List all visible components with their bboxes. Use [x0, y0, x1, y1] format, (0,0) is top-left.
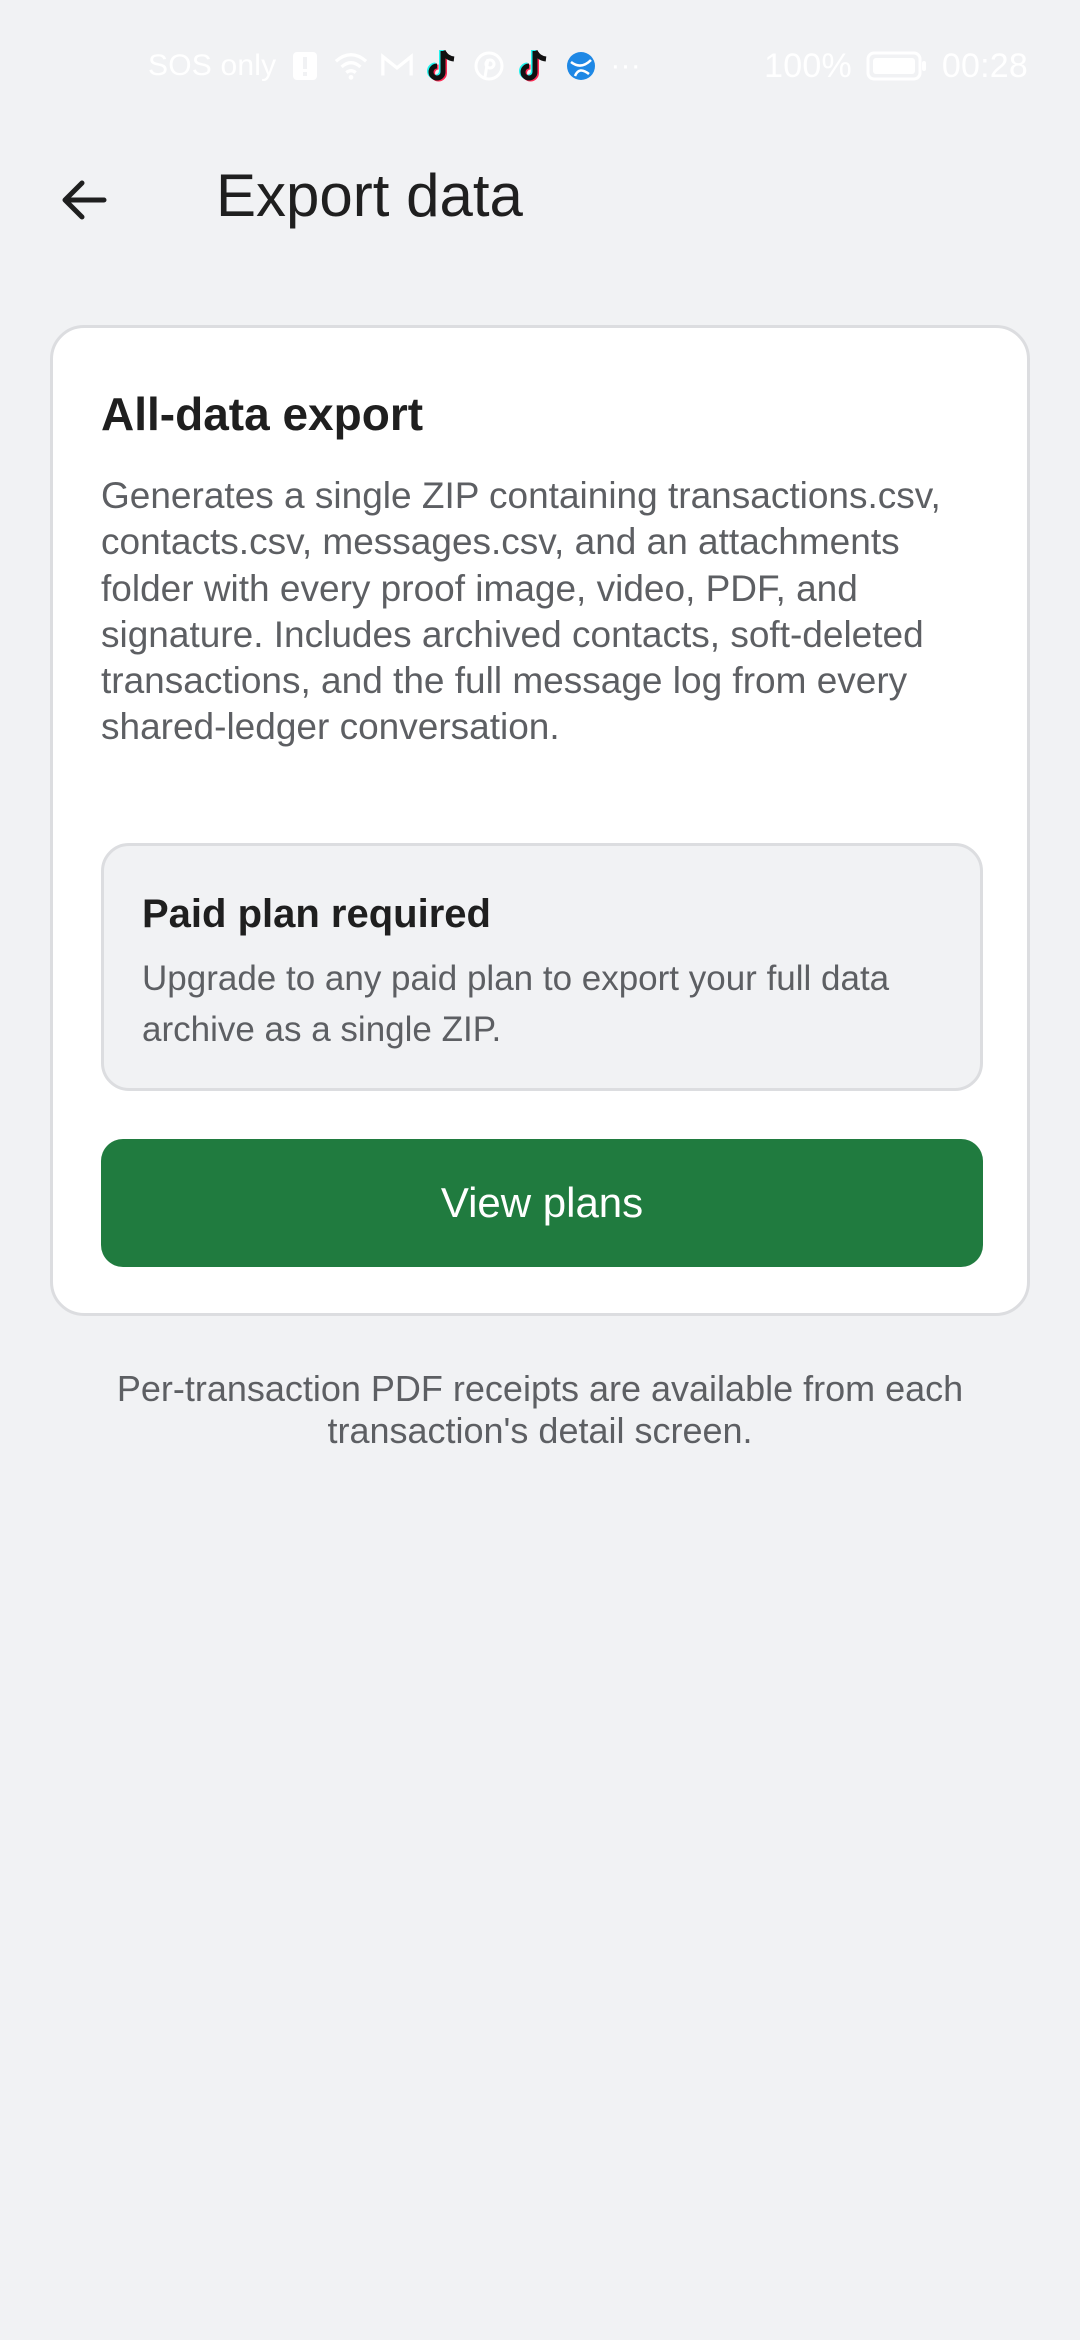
card-description: Generates a single ZIP containing transa… [101, 475, 941, 748]
page-title: Export data [216, 162, 523, 229]
alert-icon [288, 49, 322, 83]
notice-body: Upgrade to any paid plan to export your … [142, 959, 890, 1049]
tiktok-icon [426, 49, 460, 83]
notice-title: Paid plan required [142, 892, 491, 936]
view-plans-button[interactable]: View plans [101, 1139, 983, 1267]
status-right: 100% 00:28 [764, 44, 1028, 88]
app-bar: Export data [0, 132, 1080, 260]
export-data-screen: SOS only ··· 100% 00:28 Export data All-… [0, 0, 1080, 2340]
carrier-label: SOS only [148, 49, 277, 82]
arrow-left-icon [62, 180, 107, 220]
view-plans-label: View plans [440, 1179, 644, 1226]
paid-plan-notice: Paid plan required Upgrade to any paid p… [101, 843, 983, 1091]
wifi-icon [334, 49, 368, 83]
back-button[interactable] [40, 156, 128, 244]
clock: 00:28 [941, 46, 1028, 85]
all-data-export-card: All-data export Generates a single ZIP c… [50, 325, 1030, 1316]
battery-icon [866, 49, 928, 83]
pinterest-icon [472, 49, 506, 83]
tiktok-icon [518, 49, 552, 83]
more-icon: ··· [610, 49, 641, 82]
status-left: SOS only ··· [148, 44, 641, 88]
card-title: All-data export [101, 388, 424, 440]
status-bar: SOS only ··· 100% 00:28 [0, 0, 1080, 132]
mail-icon [380, 49, 414, 83]
battery-percent: 100% [764, 46, 852, 85]
browser-icon [564, 49, 598, 83]
footnote: Per-transaction PDF receipts are availab… [116, 1368, 964, 1451]
